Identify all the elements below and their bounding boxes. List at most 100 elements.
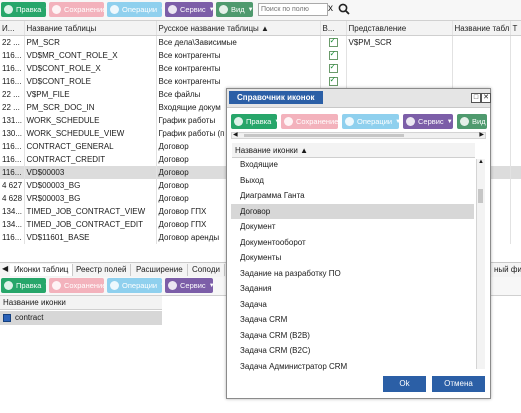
- list-item[interactable]: Задания: [231, 281, 474, 297]
- edit-label: Правка: [16, 5, 42, 14]
- list-item[interactable]: Задача CRM (B2C): [231, 343, 474, 359]
- dialog-service-button[interactable]: Сервис ▼: [403, 114, 453, 129]
- grid-cell: 116...: [0, 231, 25, 244]
- table-row[interactable]: 116... VD$MR_CONT_ROLE_X Все контрагенты: [0, 49, 521, 62]
- dialog-save-button[interactable]: Сохранение▼: [281, 114, 338, 129]
- edit-icon: [234, 117, 243, 126]
- column-header[interactable]: Представление: [346, 21, 453, 36]
- grid-cell: [510, 231, 521, 244]
- visible-checkbox-cell: [320, 35, 347, 49]
- search-icon[interactable]: [338, 3, 350, 15]
- grid-cell: V$PM_FILE: [24, 88, 157, 101]
- list-item[interactable]: Задача Администратор CRM: [231, 359, 474, 374]
- icon-grid-row[interactable]: contract: [0, 311, 162, 325]
- visible-checkbox[interactable]: [328, 49, 338, 61]
- column-header[interactable]: И...: [0, 21, 25, 36]
- maximize-icon[interactable]: □: [471, 93, 481, 103]
- ok-button[interactable]: Ok: [383, 376, 426, 392]
- clear-search-button[interactable]: x: [328, 3, 333, 14]
- tab-related[interactable]: Соподи: [188, 264, 225, 276]
- operations-menu-button[interactable]: Операции▼: [107, 2, 162, 17]
- list-item[interactable]: Договор: [231, 203, 474, 219]
- list-item[interactable]: Задание на разработку ПО: [231, 266, 474, 282]
- grid-cell: 22 ...: [0, 88, 25, 101]
- dialog-edit-button[interactable]: Правка▼: [231, 114, 277, 129]
- column-header[interactable]: Название табл...: [452, 21, 511, 36]
- search-input[interactable]: [258, 3, 328, 16]
- grid-cell: 116...: [0, 49, 25, 62]
- grid-cell: 116...: [0, 140, 25, 153]
- list-item[interactable]: Диаграмма Ганта: [231, 188, 474, 204]
- save-menu-button[interactable]: Сохранение▼: [49, 2, 104, 17]
- chevron-down-icon: ▼: [208, 6, 213, 13]
- list-item[interactable]: Выход: [231, 173, 474, 189]
- table-row[interactable]: 116... VD$CONT_ROLE Все контрагенты: [0, 75, 521, 88]
- scroll-thumb[interactable]: [244, 134, 404, 137]
- list-item[interactable]: Задача CRM (B2B): [231, 328, 474, 344]
- column-header[interactable]: Название таблицы: [24, 21, 157, 36]
- scroll-thumb[interactable]: [478, 189, 483, 203]
- list-item[interactable]: Задача CRM: [231, 312, 474, 328]
- list-item[interactable]: Входящие: [231, 157, 474, 173]
- service-icon: [406, 117, 415, 126]
- chevron-down-icon: ▼: [44, 283, 46, 289]
- list-item[interactable]: Документ: [231, 219, 474, 235]
- list-item[interactable]: Документооборот: [231, 235, 474, 251]
- tab-scroll-left[interactable]: ◀: [2, 264, 8, 273]
- tab-filter[interactable]: ный фил: [489, 264, 521, 276]
- chevron-down-icon: ▼: [160, 283, 162, 289]
- table-row[interactable]: 22 ...PM_SCRВсе дела\Зависимые V$PM_SCR: [0, 35, 521, 49]
- grid-cell: PM_SCR_DOC_IN: [24, 101, 157, 114]
- grid-cell: WORK_SCHEDULE_VIEW: [24, 127, 157, 140]
- grid-cell: 131...: [0, 114, 25, 127]
- operations-menu-button-2[interactable]: Операции▼: [107, 278, 162, 293]
- edit-menu-button[interactable]: Правка▼: [1, 2, 46, 17]
- service-menu-button-2[interactable]: Сервис ▼: [165, 278, 213, 293]
- dialog-vscrollbar[interactable]: ▲: [476, 159, 485, 369]
- edit-menu-button-2[interactable]: Правка▼: [1, 278, 46, 293]
- table-row[interactable]: 116... VD$CONT_ROLE_X Все контрагенты: [0, 62, 521, 75]
- service-menu-button[interactable]: Сервис ▼: [165, 2, 213, 17]
- grid-cell: CONTRACT_GENERAL: [24, 140, 157, 153]
- grid-cell: VD$MR_CONT_ROLE_X: [24, 49, 157, 62]
- tab-field-registry[interactable]: Реестр полей: [72, 264, 132, 276]
- grid-cell: Все дела\Зависимые: [156, 35, 321, 49]
- scroll-up-icon[interactable]: ▲: [478, 159, 484, 165]
- dialog-hscrollbar[interactable]: ◀ ▶: [231, 132, 486, 139]
- service-label: Сервис: [418, 117, 444, 126]
- cancel-button[interactable]: Отмена: [432, 376, 485, 392]
- list-item[interactable]: Документы: [231, 250, 474, 266]
- contract-icon: [3, 314, 11, 322]
- dialog-view-button[interactable]: Вид: [457, 114, 487, 129]
- grid-cell: [510, 75, 521, 88]
- visible-checkbox[interactable]: [328, 62, 338, 74]
- dialog-titlebar: Справочник иконок □ ✕: [227, 89, 491, 108]
- view-label: Вид: [231, 5, 245, 14]
- edit-icon: [4, 281, 13, 290]
- view-label: Вид: [472, 117, 486, 126]
- column-header[interactable]: В...: [320, 21, 347, 36]
- service-label: Сервис: [180, 281, 206, 290]
- scroll-right-icon[interactable]: ▶: [479, 131, 484, 138]
- scroll-left-icon[interactable]: ◀: [233, 131, 238, 138]
- save-menu-button-2[interactable]: Сохранение▼: [49, 278, 104, 293]
- dialog-column-header[interactable]: Название иконки ▲: [232, 143, 475, 158]
- visible-checkbox-cell: [320, 49, 347, 62]
- service-label: Сервис: [180, 5, 206, 14]
- dialog-operations-button[interactable]: Операции ▼: [342, 114, 399, 129]
- close-icon[interactable]: ✕: [481, 93, 491, 103]
- grid-cell: 134...: [0, 218, 25, 231]
- grid-cell: [510, 153, 521, 166]
- visible-checkbox[interactable]: [328, 36, 338, 48]
- visible-checkbox[interactable]: [328, 75, 338, 87]
- column-header[interactable]: Русское название таблицы ▲: [156, 21, 321, 36]
- view-menu-button[interactable]: Вид ▼: [216, 2, 253, 17]
- save-icon: [284, 117, 293, 126]
- save-icon: [52, 281, 61, 290]
- column-header[interactable]: Т: [510, 21, 521, 36]
- grid-cell: VD$00003_BG: [24, 179, 157, 192]
- grid-cell: [510, 140, 521, 153]
- tab-table-icons[interactable]: Иконки таблиц: [10, 264, 74, 276]
- tab-extension[interactable]: Расширение: [132, 264, 188, 276]
- list-item[interactable]: Задача: [231, 297, 474, 313]
